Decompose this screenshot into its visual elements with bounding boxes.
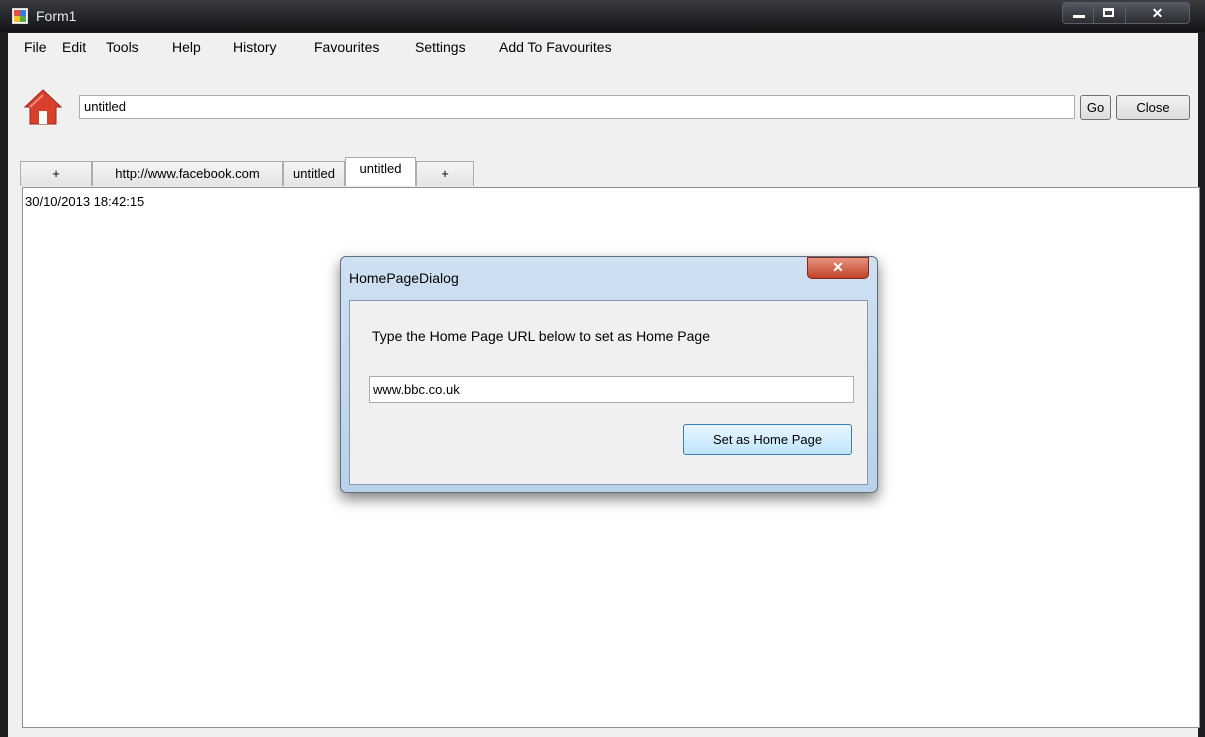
menu-favourites[interactable]: Favourites xyxy=(314,39,379,55)
close-icon: ✕ xyxy=(832,259,844,275)
menu-add-to-favourites[interactable]: Add To Favourites xyxy=(499,39,612,55)
dialog-close-button[interactable]: ✕ xyxy=(807,257,869,279)
menu-file[interactable]: File xyxy=(24,39,47,55)
home-url-input[interactable]: www.bbc.co.uk xyxy=(369,376,854,403)
go-button[interactable]: Go xyxy=(1080,95,1111,120)
tab-untitled-active[interactable]: untitled xyxy=(345,157,416,186)
tab-facebook[interactable]: http://www.facebook.com xyxy=(92,161,283,186)
app-icon[interactable] xyxy=(12,8,28,24)
menu-help[interactable]: Help xyxy=(172,39,201,55)
menu-bar: File Edit Tools Help History Favourites … xyxy=(8,33,1198,59)
close-icon: ✕ xyxy=(1151,5,1164,21)
maximize-icon xyxy=(1103,8,1114,17)
title-bar[interactable]: Form1 ✕ xyxy=(0,0,1205,32)
close-window-button[interactable]: ✕ xyxy=(1126,2,1190,24)
menu-settings[interactable]: Settings xyxy=(415,39,466,55)
set-home-page-button[interactable]: Set as Home Page xyxy=(683,424,852,455)
tab-untitled[interactable]: untitled xyxy=(283,161,345,186)
home-icon[interactable] xyxy=(24,89,62,125)
address-bar-input[interactable]: untitled xyxy=(79,95,1075,119)
timestamp-text: 30/10/2013 18:42:15 xyxy=(25,194,145,209)
menu-edit[interactable]: Edit xyxy=(62,39,86,55)
status-strip xyxy=(8,728,1198,737)
tab-new-left[interactable]: + xyxy=(20,161,92,186)
close-tab-button[interactable]: Close xyxy=(1116,95,1190,120)
minimize-button[interactable] xyxy=(1062,2,1094,24)
home-page-dialog: HomePageDialog ✕ Type the Home Page URL … xyxy=(340,256,878,493)
minimize-icon xyxy=(1073,15,1085,18)
dialog-instruction: Type the Home Page URL below to set as H… xyxy=(372,328,710,344)
maximize-button[interactable] xyxy=(1094,2,1126,24)
dialog-body: Type the Home Page URL below to set as H… xyxy=(349,300,868,485)
dialog-title: HomePageDialog xyxy=(349,270,459,286)
menu-history[interactable]: History xyxy=(233,39,277,55)
window-title: Form1 xyxy=(36,8,77,24)
menu-tools[interactable]: Tools xyxy=(106,39,139,55)
tab-new-right[interactable]: + xyxy=(416,161,474,186)
